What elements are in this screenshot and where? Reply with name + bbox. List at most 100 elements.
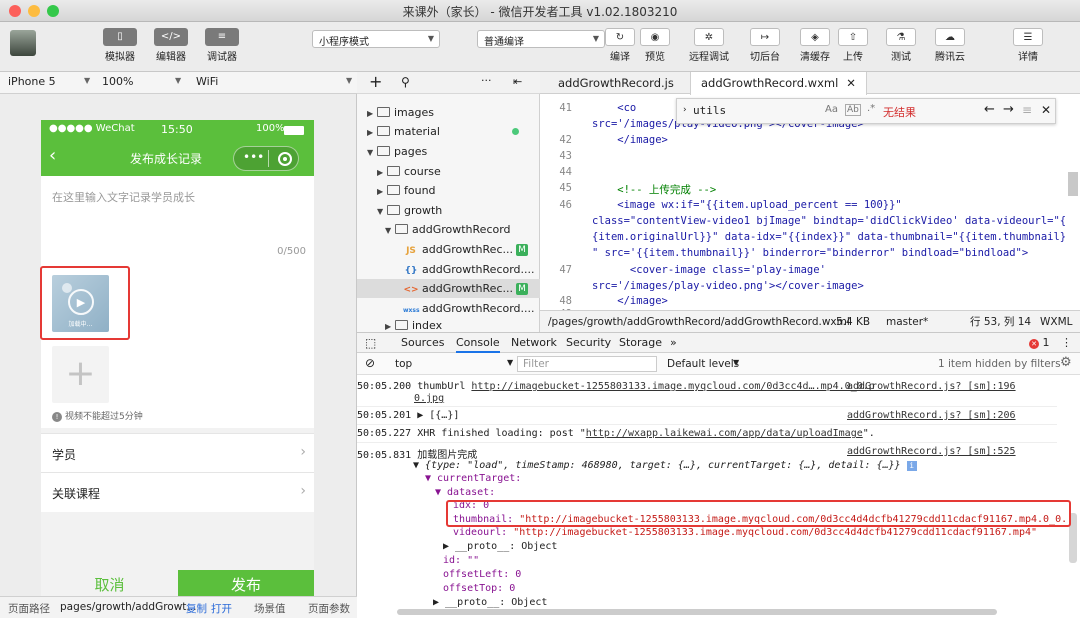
- more-icon[interactable]: ···: [481, 74, 492, 87]
- publish-button[interactable]: 发布: [178, 570, 314, 598]
- event-object[interactable]: ▼ {type: "load", timeStamp: 468980, targ…: [413, 460, 1067, 471]
- tree-label: images: [394, 106, 434, 119]
- details-button[interactable]: ☰ 详情: [1013, 28, 1043, 63]
- add-video-button[interactable]: +: [52, 346, 109, 403]
- tree-item-json-file[interactable]: {} addGrowthRecord....: [357, 260, 540, 279]
- tree-item-wxml-file[interactable]: <> addGrowthRec... M: [357, 279, 540, 298]
- find-input[interactable]: utils: [693, 104, 726, 117]
- scene-value-button[interactable]: 场景值: [254, 601, 286, 616]
- tab-wxml-file[interactable]: addGrowthRecord.wxml ✕: [690, 72, 867, 95]
- tencent-cloud-button[interactable]: ☁ 腾讯云: [935, 28, 965, 63]
- record-textarea[interactable]: 在这里输入文字记录学员成长 0/500: [41, 176, 314, 262]
- student-row[interactable]: 学员 ›: [41, 433, 314, 473]
- gear-icon[interactable]: ⚙: [1060, 355, 1072, 370]
- more-dots-icon[interactable]: •••: [243, 150, 264, 164]
- log-link[interactable]: http://imagebucket-1255803133.image.myqc…: [471, 381, 874, 392]
- tree-item-addgrowthrecord[interactable]: ▼ addGrowthRecord: [357, 220, 540, 239]
- device-select[interactable]: iPhone 5 ▼: [8, 75, 94, 88]
- caret-down-icon: ▼: [346, 76, 353, 85]
- tree-item-index[interactable]: ▶ index: [357, 319, 540, 332]
- clear-console-icon[interactable]: ⊘: [365, 356, 375, 370]
- debugger-toggle-button[interactable]: ≡ 调试器: [205, 28, 239, 63]
- clear-cache-button[interactable]: ◈ 清缓存: [800, 28, 830, 63]
- simulator-toggle-button[interactable]: ▯ 模拟器: [103, 28, 137, 63]
- tree-item-wxss-file[interactable]: wxss addGrowthRecord....: [357, 299, 540, 318]
- tree-item-images[interactable]: ▶ images: [357, 103, 540, 122]
- tree-item-found[interactable]: ▶ found: [357, 181, 540, 200]
- avatar[interactable]: [10, 30, 36, 56]
- devtools-menu-icon[interactable]: ⋮: [1061, 336, 1072, 349]
- upload-button[interactable]: ⇧ 上传: [838, 28, 868, 63]
- open-path-link[interactable]: 打开: [211, 601, 232, 616]
- tab-sources[interactable]: Sources: [401, 336, 445, 349]
- capsule-menu[interactable]: •••: [233, 146, 299, 171]
- close-find-icon[interactable]: ✕: [1041, 103, 1051, 117]
- page-params-button[interactable]: 页面参数: [308, 601, 350, 616]
- expand-replace-icon[interactable]: ›: [683, 105, 687, 115]
- offsetleft-prop: offsetLeft: 0: [443, 569, 522, 580]
- console-filter-input[interactable]: Filter: [517, 356, 657, 372]
- tab-js-file[interactable]: addGrowthRecord.js: [548, 72, 684, 94]
- log-link[interactable]: http://wxapp.laikewai.com/app/data/uploa…: [586, 428, 863, 439]
- code-line: <cover-image class='play-image': [592, 264, 826, 276]
- log-source-link[interactable]: addGrowthRecord.js? [sm]:525: [847, 446, 1016, 457]
- tree-item-js-file[interactable]: JS addGrowthRec... M: [357, 240, 540, 259]
- add-file-icon[interactable]: +: [369, 72, 382, 91]
- code-area[interactable]: <co src='/images/play-video.png'></cover-…: [592, 94, 1066, 310]
- mode-select[interactable]: 小程序模式 ▼: [312, 30, 440, 48]
- zoom-select[interactable]: 100% ▼: [102, 75, 188, 88]
- proto-node[interactable]: ▶ __proto__: Object: [443, 541, 1067, 552]
- copy-path-link[interactable]: 复制: [186, 601, 207, 616]
- close-miniprogram-icon[interactable]: [278, 152, 292, 166]
- horizontal-scrollbar[interactable]: [397, 609, 997, 615]
- match-case-icon[interactable]: Aa: [825, 104, 838, 115]
- inspect-element-icon[interactable]: ⬚: [365, 336, 376, 350]
- log-source-link[interactable]: addGrowthRecord.js? [sm]:206: [847, 410, 1016, 421]
- close-tab-icon[interactable]: ✕: [846, 76, 856, 90]
- cancel-button[interactable]: 取消: [41, 570, 178, 598]
- whole-word-icon[interactable]: Ab: [845, 104, 861, 116]
- log-source-link[interactable]: addGrowthRecord.js? [sm]:196: [847, 381, 1016, 392]
- tree-item-course[interactable]: ▶ course: [357, 162, 540, 181]
- tab-network[interactable]: Network: [511, 336, 557, 349]
- device-value: iPhone 5: [8, 75, 56, 88]
- log-text[interactable]: ▶ [{…}]: [417, 410, 459, 421]
- proto-node[interactable]: ▶ __proto__: Object: [433, 597, 1067, 608]
- log-link[interactable]: 0.jpg: [414, 393, 444, 404]
- network-select[interactable]: WiFi ▼: [196, 75, 352, 88]
- regex-icon[interactable]: .*: [867, 103, 875, 114]
- remote-debug-label: 远程调试: [689, 52, 729, 63]
- status-cursor-position[interactable]: 行 53, 列 14: [970, 311, 1031, 333]
- tab-storage[interactable]: Storage: [619, 336, 662, 349]
- info-icon[interactable]: i: [906, 461, 917, 471]
- log-levels-select[interactable]: Default levels: [667, 358, 739, 370]
- editor-scrollbar-thumb[interactable]: [1068, 172, 1078, 196]
- next-match-icon[interactable]: →: [1003, 102, 1014, 117]
- compile-mode-select[interactable]: 普通编译 ▼: [477, 30, 605, 48]
- find-in-selection-icon[interactable]: ≡: [1022, 103, 1032, 117]
- status-branch[interactable]: master*: [886, 311, 928, 333]
- tree-item-growth[interactable]: ▼ growth: [357, 201, 540, 220]
- preview-button[interactable]: ◉ 预览: [640, 28, 670, 63]
- current-target-node[interactable]: ▼ currentTarget:: [425, 473, 1067, 484]
- switch-background-button[interactable]: ↦ 切后台: [750, 28, 780, 63]
- dataset-node[interactable]: ▼ dataset:: [435, 487, 1067, 498]
- remote-debug-button[interactable]: ✲ 远程调试: [689, 28, 729, 63]
- tab-security[interactable]: Security: [566, 336, 611, 349]
- more-tabs-button[interactable]: »: [670, 336, 677, 349]
- code-line: <!-- 上传完成 -->: [592, 184, 717, 196]
- previous-match-icon[interactable]: ←: [984, 102, 995, 117]
- tree-item-pages[interactable]: ▼ pages: [357, 142, 540, 161]
- editor-tabs: addGrowthRecord.js addGrowthRecord.wxml ✕: [540, 72, 1080, 95]
- status-language[interactable]: WXML: [1040, 311, 1072, 333]
- error-count[interactable]: ✕ 1: [1029, 336, 1050, 349]
- collapse-panel-icon[interactable]: ⇤: [513, 75, 522, 88]
- editor-toggle-button[interactable]: </> 编辑器: [154, 28, 188, 63]
- context-select[interactable]: top: [395, 358, 412, 370]
- search-icon[interactable]: ⚲: [401, 75, 410, 89]
- course-row[interactable]: 关联课程 ›: [41, 472, 314, 512]
- tab-console[interactable]: Console: [456, 336, 500, 353]
- test-button[interactable]: ⚗ 测试: [886, 28, 916, 63]
- compile-button[interactable]: ↻ 编译: [605, 28, 635, 63]
- tree-item-material[interactable]: ▶ material: [357, 122, 540, 141]
